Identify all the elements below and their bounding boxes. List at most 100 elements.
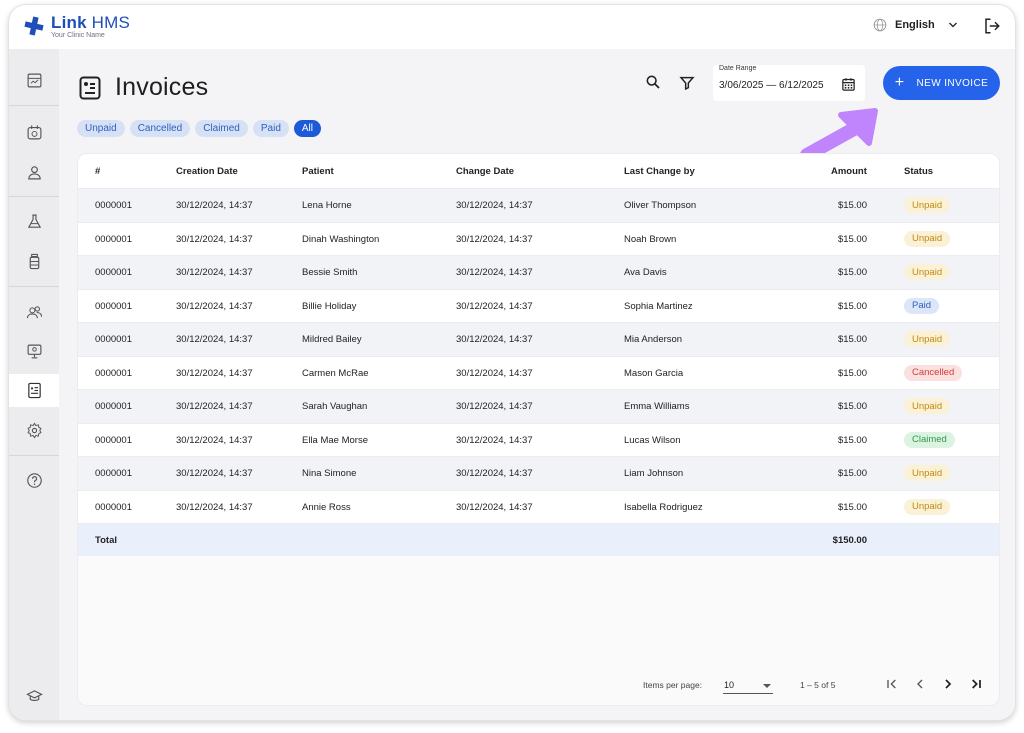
col-change-date[interactable]: Change Date xyxy=(456,166,514,177)
calendar-icon[interactable] xyxy=(9,117,59,147)
top-bar: Link HMS Your Clinic Name English xyxy=(9,5,1015,49)
filter-chip-claimed[interactable]: Claimed xyxy=(195,120,248,137)
settings-icon[interactable] xyxy=(9,415,59,445)
sidebar xyxy=(9,49,59,720)
monitor-icon[interactable] xyxy=(9,336,59,366)
table-row[interactable]: 0000001 30/12/2024, 14:37 Annie Ross 30/12/… xyxy=(78,489,999,523)
filter-chip-paid[interactable]: Paid xyxy=(252,120,289,137)
status-filter-chips: Unpaid Cancelled Claimed Paid All xyxy=(77,120,322,137)
status-badge: Unpaid xyxy=(904,264,951,280)
page-header: Invoices xyxy=(79,73,208,102)
search-icon[interactable] xyxy=(645,74,661,90)
pagination: Items per page: 10 1 – 5 of 5 xyxy=(78,670,999,700)
total-amount: $150.00 xyxy=(832,535,867,546)
table-row[interactable]: 0000001 30/12/2024, 14:37 Dinah Washington… xyxy=(78,221,999,255)
logout-icon[interactable] xyxy=(983,17,1001,35)
cell-patient: Lena Horne xyxy=(302,200,352,211)
col-creation-date[interactable]: Creation Date xyxy=(176,166,238,177)
cell-change-date: 30/12/2024, 14:37 xyxy=(456,233,533,245)
cell-id: 0000001 xyxy=(95,501,132,513)
status-badge: Claimed xyxy=(904,431,955,448)
table-row[interactable]: 0000001 30/12/2024, 14:37 Lena Horne 30/12/… xyxy=(78,188,999,222)
cell-last-change-by: Noah Brown xyxy=(624,233,677,245)
date-range-field[interactable]: Date Range 3/06/2025 — 6/12/2025 xyxy=(713,65,865,101)
cell-id: 0000001 xyxy=(95,334,132,345)
help-icon[interactable] xyxy=(9,465,59,495)
logo-cross-icon xyxy=(24,16,44,36)
lab-flask-icon[interactable] xyxy=(9,206,59,236)
col-id[interactable]: # xyxy=(95,166,100,177)
cell-id: 0000001 xyxy=(95,200,132,211)
cell-change-date: 30/12/2024, 14:37 xyxy=(456,300,533,312)
app-window: Link HMS Your Clinic Name English Invoic… xyxy=(8,4,1016,721)
person-icon[interactable] xyxy=(9,157,59,187)
cell-amount: $15.00 xyxy=(837,200,867,211)
users-icon[interactable] xyxy=(9,297,59,327)
filter-chip-cancelled[interactable]: Cancelled xyxy=(129,120,191,137)
cell-amount: $15.00 xyxy=(837,401,867,412)
col-last-change-by[interactable]: Last Change by xyxy=(624,166,695,177)
cell-change-date: 30/12/2024, 14:37 xyxy=(456,401,533,412)
cell-id: 0000001 xyxy=(95,401,132,412)
cell-change-date: 30/12/2024, 14:37 xyxy=(456,501,533,513)
cell-patient: Bessie Smith xyxy=(302,267,358,278)
cell-creation-date: 30/12/2024, 14:37 xyxy=(176,501,253,513)
cell-amount: $15.00 xyxy=(837,267,867,278)
cell-change-date: 30/12/2024, 14:37 xyxy=(456,267,533,278)
cell-last-change-by: Oliver Thompson xyxy=(624,200,697,211)
col-patient[interactable]: Patient xyxy=(302,166,334,177)
cell-patient: Carmen McRae xyxy=(302,367,369,379)
table-row[interactable]: 0000001 30/12/2024, 14:37 Bessie Smith 30/1… xyxy=(78,255,999,289)
filter-chip-all[interactable]: All xyxy=(293,120,322,137)
cell-last-change-by: Mia Anderson xyxy=(624,334,683,345)
cell-last-change-by: Mason Garcia xyxy=(624,367,684,379)
status-badge: Unpaid xyxy=(904,398,951,414)
medicine-bottle-icon[interactable] xyxy=(9,246,59,276)
chevron-down-icon xyxy=(948,22,957,28)
col-status[interactable]: Status xyxy=(904,166,933,177)
cell-creation-date: 30/12/2024, 14:37 xyxy=(176,334,253,345)
cell-creation-date: 30/12/2024, 14:37 xyxy=(176,468,253,479)
items-per-page-select[interactable]: 10 xyxy=(723,676,773,694)
cell-id: 0000001 xyxy=(95,468,132,479)
table-row[interactable]: 0000001 30/12/2024, 14:37 Nina Simone 30/12… xyxy=(78,456,999,490)
cell-change-date: 30/12/2024, 14:37 xyxy=(456,334,533,345)
first-page-icon[interactable] xyxy=(884,676,900,692)
cell-last-change-by: Lucas Wilson xyxy=(624,434,681,446)
invoices-table: # Creation Date Patient Change Date Last… xyxy=(77,153,1000,706)
cell-creation-date: 30/12/2024, 14:37 xyxy=(176,367,253,379)
app-name: Link HMS xyxy=(51,13,131,32)
last-page-icon[interactable] xyxy=(968,676,984,692)
filter-chip-unpaid[interactable]: Unpaid xyxy=(77,120,125,137)
previous-page-icon[interactable] xyxy=(912,676,928,692)
cell-amount: $15.00 xyxy=(837,233,867,245)
table-row[interactable]: 0000001 30/12/2024, 14:37 Carmen McRae 30/1… xyxy=(78,355,999,389)
table-row[interactable]: 0000001 30/12/2024, 14:37 Billie Holiday 30… xyxy=(78,288,999,322)
cell-change-date: 30/12/2024, 14:37 xyxy=(456,434,533,446)
table-header: # Creation Date Patient Change Date Last… xyxy=(78,154,999,188)
cell-last-change-by: Sophia Martinez xyxy=(624,300,693,312)
calendar-picker-icon[interactable] xyxy=(841,77,856,92)
new-invoice-button[interactable]: + NEW INVOICE xyxy=(883,66,1000,100)
new-invoice-label: NEW INVOICE xyxy=(916,77,989,89)
col-amount[interactable]: Amount xyxy=(831,166,867,177)
table-row[interactable]: 0000001 30/12/2024, 14:37 Sarah Vaughan 30/… xyxy=(78,389,999,423)
dashboard-icon[interactable] xyxy=(9,65,59,95)
table-row[interactable]: 0000001 30/12/2024, 14:37 Mildred Bailey 30… xyxy=(78,322,999,356)
app-logo[interactable]: Link HMS Your Clinic Name xyxy=(23,14,130,39)
filter-icon[interactable] xyxy=(679,75,695,91)
cell-id: 0000001 xyxy=(95,267,132,278)
invoice-icon[interactable] xyxy=(9,374,59,407)
language-selector[interactable]: English xyxy=(873,18,967,32)
main-content: Invoices Date Range 3/06/2025 — 6/12/202… xyxy=(59,49,1015,720)
next-page-icon[interactable] xyxy=(940,676,956,692)
cell-last-change-by: Liam Johnson xyxy=(624,468,684,479)
cell-patient: Billie Holiday xyxy=(302,300,357,312)
cell-id: 0000001 xyxy=(95,367,132,379)
total-row: Total $150.00 xyxy=(78,523,999,556)
date-range-label: Date Range xyxy=(719,65,757,72)
cell-change-date: 30/12/2024, 14:37 xyxy=(456,367,533,379)
table-row[interactable]: 0000001 30/12/2024, 14:37 Ella Mae Morse 30… xyxy=(78,422,999,456)
cell-creation-date: 30/12/2024, 14:37 xyxy=(176,233,253,245)
graduation-cap-icon[interactable] xyxy=(9,681,59,711)
